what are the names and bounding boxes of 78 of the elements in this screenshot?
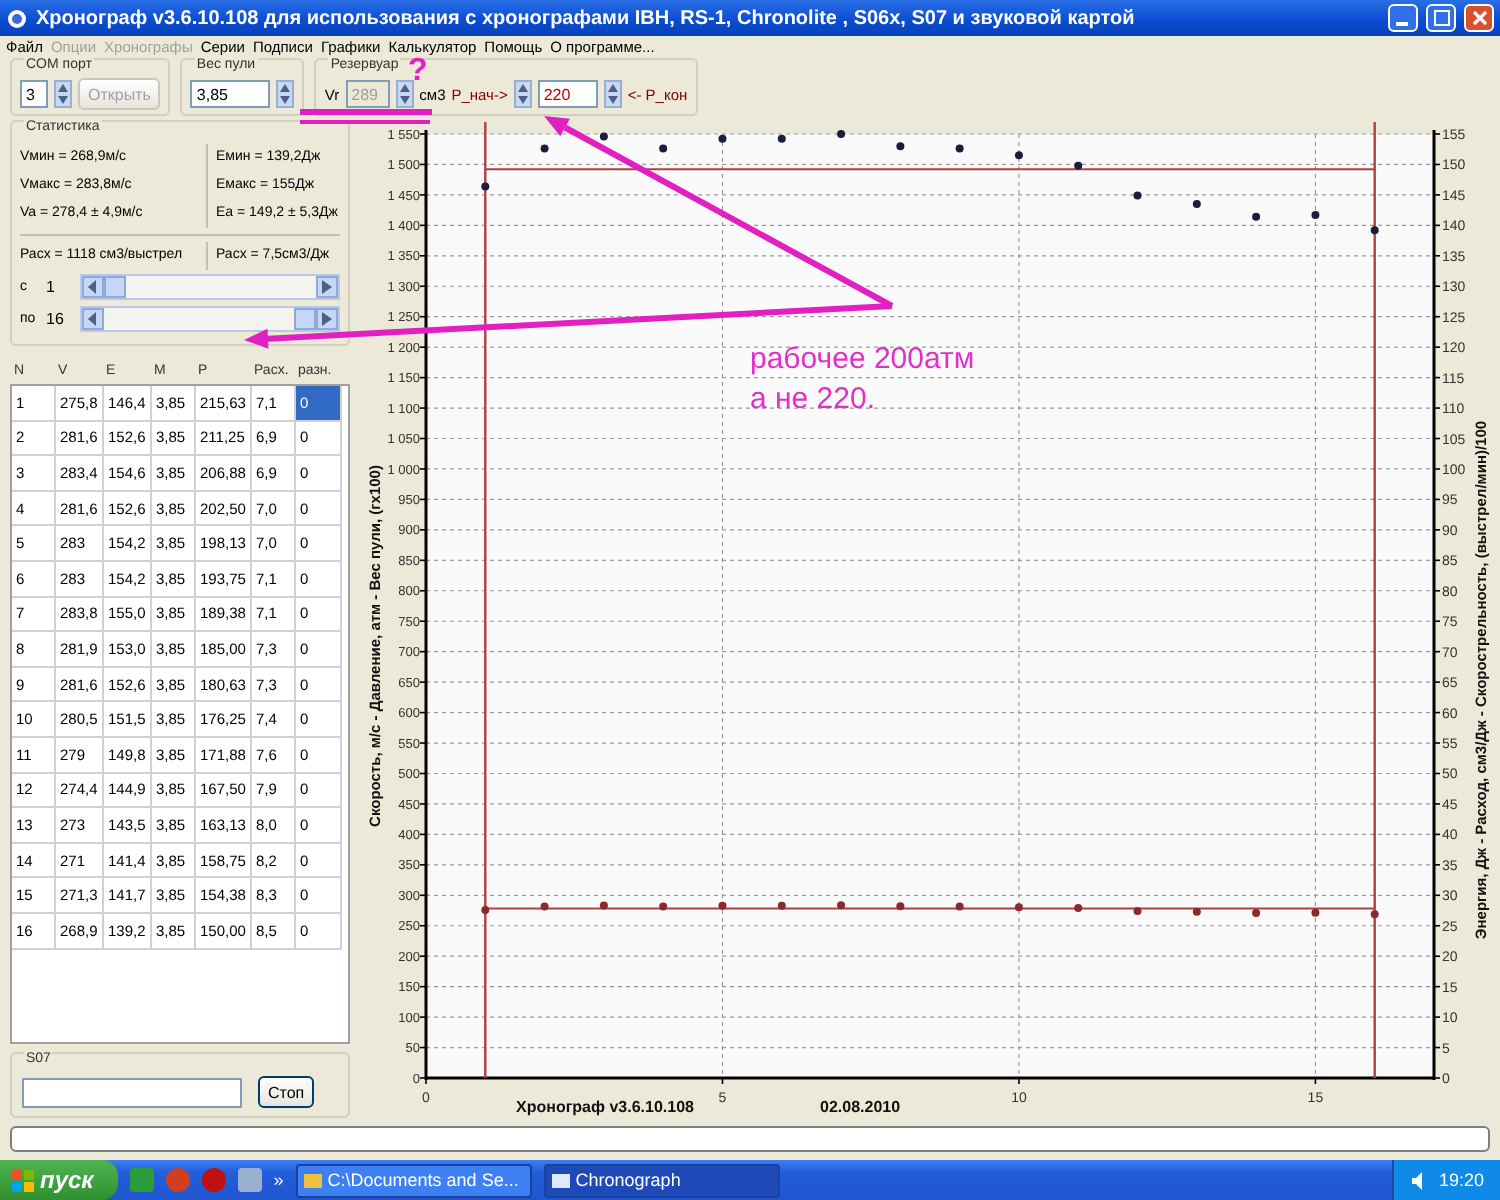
quick-launch-icon[interactable]: [237, 1168, 262, 1192]
chart-footer-text: 02.08.2010: [820, 1098, 901, 1116]
close-icon: [1471, 10, 1487, 26]
data-point: [599, 132, 608, 141]
data-point: [1133, 906, 1142, 915]
data-point: [1192, 907, 1201, 916]
scroll-thumb[interactable]: [294, 308, 316, 331]
data-point: [896, 902, 905, 911]
annotation-text: а не 220.: [750, 380, 875, 420]
data-point: [777, 901, 786, 910]
scroll-left-button[interactable]: [82, 308, 104, 331]
stop-button[interactable]: Стоп: [258, 1076, 315, 1108]
scroll-thumb[interactable]: [104, 275, 126, 298]
scrollbar[interactable]: [80, 273, 340, 300]
app-icon: [6, 7, 28, 29]
data-point: [1014, 151, 1023, 160]
data-point: [540, 902, 549, 911]
window-icon: [551, 1171, 570, 1189]
data-point: [1133, 191, 1142, 200]
spin-buttons[interactable]: [276, 80, 295, 108]
scroll-left-button[interactable]: [82, 275, 104, 298]
data-point: [481, 906, 490, 915]
maximize-icon: [1433, 10, 1449, 26]
range-value: 1: [46, 277, 57, 296]
data-point: [955, 902, 964, 911]
data-point: [777, 134, 786, 143]
annotation-underline: [300, 120, 430, 124]
spin-buttons[interactable]: [395, 80, 414, 108]
taskbar-button[interactable]: Chronograph: [543, 1163, 780, 1197]
data-point: [481, 182, 490, 191]
pressure-field[interactable]: 220: [537, 80, 598, 108]
folder-icon: [303, 1171, 322, 1189]
scrollbar[interactable]: [80, 306, 340, 333]
data-point: [659, 902, 668, 911]
annotation-text: рабочее 200атм: [750, 340, 975, 380]
scroll-right-button[interactable]: [316, 308, 338, 331]
data-point: [1252, 908, 1261, 917]
scroll-right-button[interactable]: [316, 275, 338, 298]
data-point: [718, 134, 727, 143]
annotation-mark: ?: [408, 58, 428, 86]
right-arrow-icon: [322, 312, 332, 327]
data-point: [540, 144, 549, 153]
data-point: [1370, 910, 1379, 919]
data-point: [837, 130, 846, 138]
port-field[interactable]: 3: [20, 80, 48, 108]
window-title: Хронограф v3.6.10.108 для использования с хронографами IBH, RS-1, Chronolite , S06x, S07 и звуковой картой: [36, 7, 1137, 29]
close-button[interactable]: [1464, 4, 1494, 32]
left-arrow-icon: [88, 279, 98, 294]
data-point: [1014, 903, 1023, 912]
data-point: [955, 144, 964, 153]
data-point: [1370, 226, 1379, 235]
chart-footer-text: Хронограф v3.6.10.108: [516, 1098, 694, 1116]
annotation-underline: [300, 109, 432, 115]
right-arrow-icon: [322, 279, 332, 294]
spin-buttons[interactable]: [54, 80, 72, 108]
data-point: [659, 144, 668, 153]
windows-flag-icon: [12, 1169, 34, 1191]
data-point: [1252, 212, 1261, 221]
more-icons-button[interactable]: »: [273, 1170, 284, 1190]
range-value: 16: [46, 310, 66, 329]
data-point: [1311, 908, 1320, 917]
weight-field[interactable]: 3,85: [190, 80, 271, 108]
clock: 19:20: [1438, 1170, 1484, 1190]
data-point: [718, 901, 727, 910]
maximize-button[interactable]: [1426, 4, 1456, 32]
spin-buttons[interactable]: [513, 80, 532, 108]
minimize-button[interactable]: [1388, 4, 1418, 32]
taskbar-button[interactable]: C:\Documents and Se...: [295, 1163, 532, 1197]
data-point: [896, 142, 905, 151]
data-point: [837, 901, 846, 910]
data-point: [599, 901, 608, 910]
data-point: [1311, 211, 1320, 219]
data-point: [1074, 161, 1083, 170]
data-point: [1192, 200, 1201, 209]
spin-buttons[interactable]: [603, 80, 622, 108]
data-point: [1074, 904, 1083, 913]
left-arrow-icon: [88, 312, 98, 327]
input-field[interactable]: [22, 1077, 242, 1107]
